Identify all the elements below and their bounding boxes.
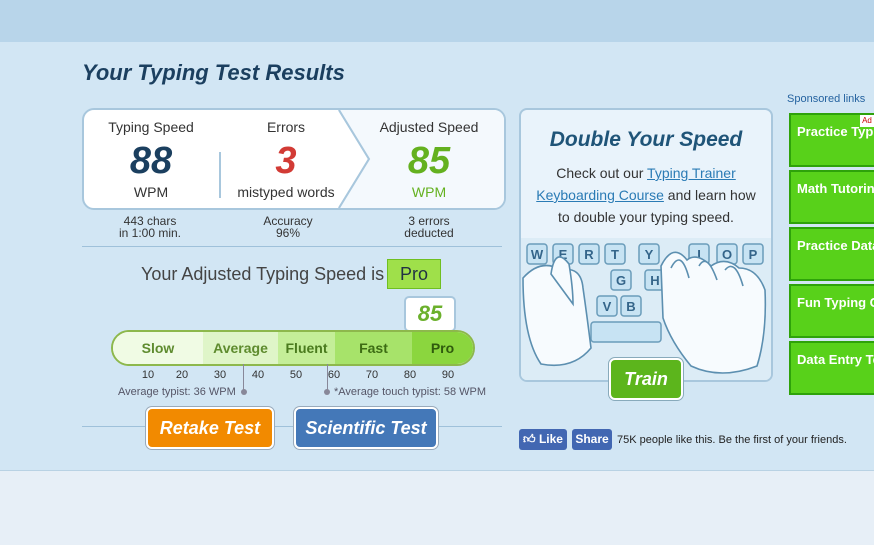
facebook-share-button[interactable]: Share <box>572 429 612 450</box>
svg-text:P: P <box>749 247 758 262</box>
svg-text:G: G <box>616 273 626 288</box>
typing-speed-label: Typing Speed <box>108 119 194 135</box>
tick-80: 80 <box>403 369 417 381</box>
average-marker-line <box>243 364 244 390</box>
speed-level-badge: Pro <box>387 259 441 289</box>
tick-90: 90 <box>441 369 455 381</box>
ad-choices-icon[interactable]: Ad <box>860 115 874 127</box>
level-fast: Fast <box>335 332 412 364</box>
ad-data-entry-test[interactable]: Data Entry Test <box>789 341 874 395</box>
svg-text:W: W <box>531 247 544 262</box>
touch-typist-note: *Average touch typist: 58 WPM <box>334 386 487 398</box>
deducted-label: deducted <box>404 226 454 240</box>
svg-text:V: V <box>603 299 612 314</box>
time-taken: in 1:00 min. <box>118 226 182 240</box>
tick-40: 40 <box>251 369 265 381</box>
errors-value: 3 <box>275 140 297 182</box>
level-fluent: Fluent <box>278 332 335 364</box>
like-label: Like <box>538 432 563 446</box>
speed-level-bar: Slow Average Fluent Fast Pro <box>111 330 475 366</box>
tick-60: 60 <box>327 369 341 381</box>
adjusted-speed-column: Adjusted Speed 85 WPM <box>354 110 504 208</box>
ad-label: Fun Typing Games <box>797 295 874 310</box>
scientific-test-button[interactable]: Scientific Test <box>294 407 438 449</box>
train-button[interactable]: Train <box>609 358 683 400</box>
touch-marker-dot <box>324 389 330 395</box>
typing-speed-value: 88 <box>129 140 173 182</box>
ad-label: Practice Data <box>797 238 874 253</box>
errors-unit: mistyped words <box>237 184 335 200</box>
average-marker-dot <box>241 389 247 395</box>
footer-area <box>0 470 874 545</box>
svg-text:B: B <box>626 299 635 314</box>
ad-label: Data Entry Test <box>797 352 874 367</box>
sponsored-links-header: Sponsored links <box>787 93 866 105</box>
typing-speed-column: Typing Speed 88 WPM <box>84 110 218 208</box>
tick-50: 50 <box>289 369 303 381</box>
svg-text:H: H <box>650 273 659 288</box>
facebook-like-count: 75K people like this. Be the first of yo… <box>617 434 847 446</box>
tick-30: 30 <box>213 369 227 381</box>
typing-speed-unit: WPM <box>133 184 169 200</box>
top-banner <box>0 0 874 43</box>
deduction-detail: 3 errors deducted <box>379 215 479 239</box>
tick-70: 70 <box>365 369 379 381</box>
divider <box>82 246 502 247</box>
accuracy-value: 96% <box>275 226 301 240</box>
svg-text:R: R <box>584 247 594 262</box>
tick-20: 20 <box>175 369 189 381</box>
level-average: Average <box>203 332 278 364</box>
touch-marker-line <box>327 364 328 390</box>
speed-pointer: 85 <box>404 296 456 332</box>
page-title: Your Typing Test Results <box>82 60 345 85</box>
adjusted-speed-sentence: Your Adjusted Typing Speed is <box>141 264 385 284</box>
typing-trainer-link[interactable]: Typing Trainer <box>647 165 736 181</box>
divider <box>82 426 502 427</box>
adjusted-speed-unit: WPM <box>411 184 447 200</box>
adjusted-speed-label: Adjusted Speed <box>379 119 479 135</box>
ad-fun-typing[interactable]: Fun Typing Games <box>789 284 874 338</box>
average-typist-note: Average typist: 36 WPM <box>118 386 236 398</box>
ad-math-tutoring[interactable]: Math Tutoring Websites <box>789 170 874 224</box>
ad-label: Math Tutoring Websites <box>797 181 874 196</box>
ad-practice-data[interactable]: Practice Data <box>789 227 874 281</box>
promo-heading: Double Your Speed <box>549 128 743 151</box>
svg-text:O: O <box>722 247 732 262</box>
errors-column: Errors 3 mistyped words <box>218 110 354 208</box>
keyboarding-course-link[interactable]: Keyboarding Course <box>536 187 664 203</box>
thumbs-up-icon: 👍︎ <box>523 432 536 446</box>
level-pro: Pro <box>412 332 473 364</box>
errors-label: Errors <box>266 119 306 135</box>
svg-text:T: T <box>611 247 619 262</box>
promo-box: Double Your Speed Check out our Typing T… <box>519 108 773 382</box>
svg-text:Y: Y <box>645 247 654 262</box>
adjusted-speed-value: 85 <box>407 140 451 182</box>
accuracy-detail: Accuracy 96% <box>238 215 338 239</box>
tick-10: 10 <box>141 369 155 381</box>
promo-text-start: Check out our <box>556 165 644 181</box>
facebook-like-button[interactable]: 👍︎ Like <box>519 429 567 450</box>
chars-detail: 443 chars in 1:00 min. <box>100 215 200 239</box>
promo-text: Check out our Typing Trainer Keyboarding… <box>531 162 761 228</box>
results-box: Typing Speed 88 WPM Errors 3 mistyped wo… <box>82 108 506 210</box>
retake-test-button[interactable]: Retake Test <box>146 407 274 449</box>
level-slow: Slow <box>113 332 203 364</box>
